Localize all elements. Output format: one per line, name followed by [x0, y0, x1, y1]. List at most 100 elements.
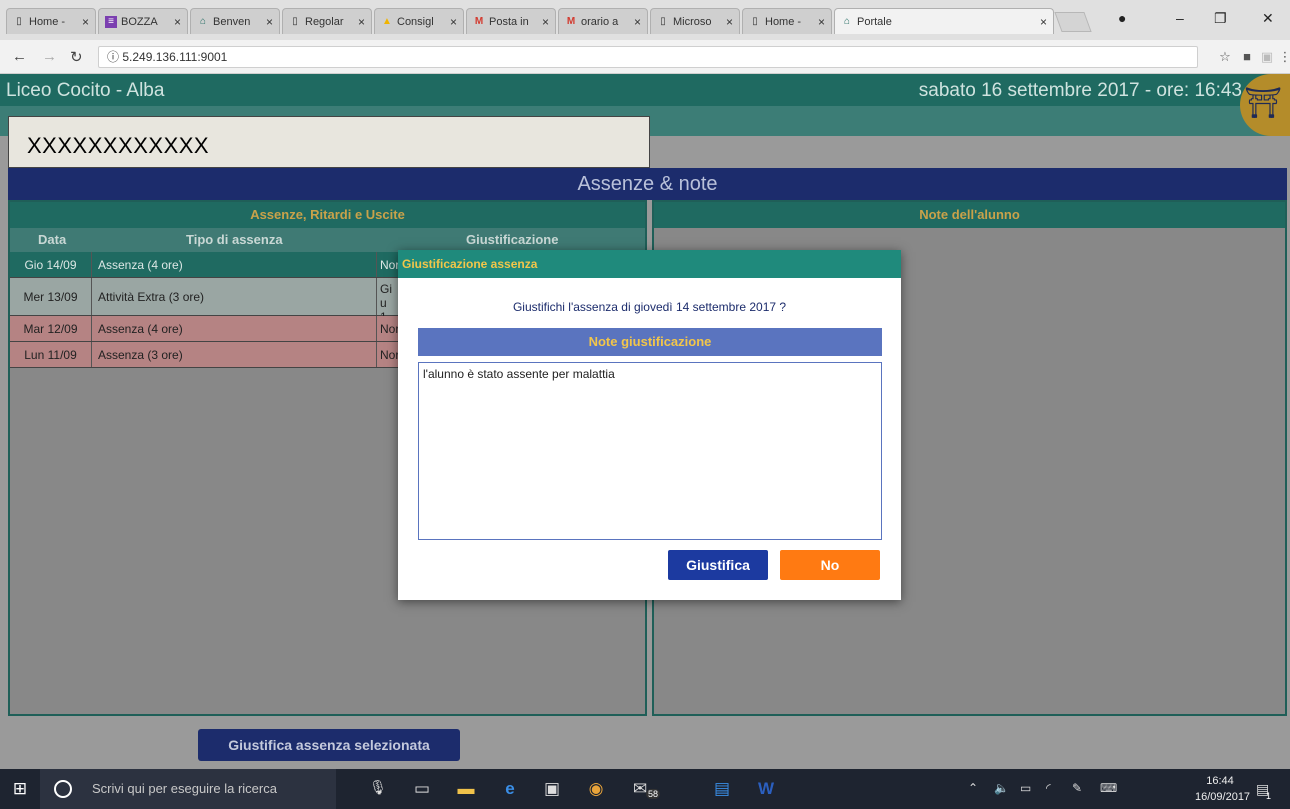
- close-icon[interactable]: ×: [174, 15, 181, 29]
- mail-badge: 58: [646, 789, 661, 799]
- photos-icon[interactable]: ▤: [712, 779, 732, 799]
- close-icon[interactable]: ×: [542, 15, 549, 29]
- file-explorer-icon[interactable]: ▬: [456, 779, 476, 799]
- back-icon[interactable]: ←: [12, 48, 27, 65]
- windows-start-icon[interactable]: ⊞: [10, 779, 30, 799]
- dialog-question: Giustifichi l'assenza di giovedì 14 sett…: [512, 300, 787, 314]
- battery-icon[interactable]: ▭: [1020, 781, 1031, 795]
- row-date: Gio 14/09: [10, 252, 92, 277]
- browser-tab-strip: ▯ Home - × ≡ BOZZA × ⌂ Benven × ▯ Regola…: [0, 0, 1290, 40]
- absences-panel-title: Assenze, Ritardi e Uscite: [10, 202, 645, 228]
- justify-selected-button[interactable]: Giustifica assenza selezionata: [198, 729, 460, 761]
- url-input[interactable]: ⓘ 5.249.136.111:9001: [98, 46, 1198, 68]
- pen-icon[interactable]: ✎: [1072, 781, 1082, 795]
- chrome-icon[interactable]: ◉: [586, 779, 606, 799]
- school-icon: ⌂: [199, 15, 207, 27]
- close-icon[interactable]: ×: [358, 15, 365, 29]
- row-type: Assenza (3 ore): [98, 348, 183, 362]
- taskbar-clock[interactable]: 16:44 16/09/2017: [1195, 773, 1251, 805]
- student-box: XXXXXXXXXXXX: [8, 116, 650, 168]
- tab-home-2[interactable]: ▯ Home - ×: [742, 8, 832, 34]
- new-tab-button[interactable]: [1054, 12, 1092, 32]
- close-icon[interactable]: ×: [450, 15, 457, 29]
- close-icon[interactable]: ×: [634, 15, 641, 29]
- page-icon: ▯: [752, 15, 758, 27]
- pdf-extension-icon[interactable]: ▣: [1260, 50, 1274, 64]
- justify-button[interactable]: Giustifica: [668, 550, 768, 580]
- row-date: Mer 13/09: [10, 278, 92, 315]
- col-justification: Giustificazione: [466, 232, 559, 247]
- extension-icon[interactable]: ■: [1240, 50, 1254, 64]
- tab-label: Benven: [213, 15, 251, 28]
- window-close-icon[interactable]: ✕: [1262, 10, 1274, 27]
- tab-label: Home -: [765, 15, 802, 28]
- page-title: Assenze & note: [8, 168, 1287, 200]
- close-icon[interactable]: ×: [1040, 15, 1047, 29]
- info-icon[interactable]: ⓘ: [107, 50, 119, 64]
- close-icon[interactable]: ×: [818, 15, 825, 29]
- row-justification: Giu 13/: [376, 278, 396, 338]
- tab-benvenuto[interactable]: ⌂ Benven ×: [190, 8, 280, 34]
- tab-label: orario a: [581, 15, 619, 28]
- reload-icon[interactable]: ↻: [70, 48, 83, 66]
- tab-regolamento[interactable]: ▯ Regolar ×: [282, 8, 372, 34]
- page-icon: ▯: [16, 15, 22, 27]
- notes-header: Note giustificazione: [418, 328, 882, 356]
- header-datetime: sabato 16 settembre 2017 - ore: 16:43: [918, 80, 1242, 101]
- edge-icon[interactable]: e: [500, 779, 520, 799]
- tab-label: BOZZA: [121, 15, 158, 28]
- close-icon[interactable]: ×: [266, 15, 273, 29]
- word-icon[interactable]: W: [756, 779, 776, 799]
- no-button[interactable]: No: [780, 550, 880, 580]
- tab-microsoft[interactable]: ▯ Microso ×: [650, 8, 740, 34]
- tab-label: Portale: [857, 15, 892, 28]
- col-date: Data: [38, 232, 67, 247]
- row-justification: Nor: [376, 316, 399, 341]
- tab-consiglio[interactable]: ▲ Consigl ×: [374, 8, 464, 34]
- row-date: Lun 11/09: [10, 342, 92, 367]
- row-justification: Nor: [376, 342, 399, 367]
- school-icon: ⌂: [843, 15, 851, 27]
- volume-icon[interactable]: 🔈: [994, 781, 1009, 795]
- tab-posta[interactable]: M Posta in ×: [466, 8, 556, 34]
- bookmark-star-icon[interactable]: ☆: [1218, 50, 1232, 64]
- row-date: Mar 12/09: [10, 316, 92, 341]
- taskbar-search-box[interactable]: Scrivi qui per eseguire la ricerca: [40, 769, 336, 809]
- store-icon[interactable]: ▣: [542, 779, 562, 799]
- tab-label: Home -: [29, 15, 66, 28]
- url-text: 5.249.136.111:9001: [122, 50, 228, 64]
- tab-home-1[interactable]: ▯ Home - ×: [6, 8, 96, 34]
- tab-portale[interactable]: ⌂ Portale ×: [834, 8, 1054, 34]
- close-icon[interactable]: ×: [82, 15, 89, 29]
- gmail-icon: M: [474, 15, 484, 27]
- tab-label: Regolar: [305, 15, 344, 28]
- menu-icon[interactable]: ⋮: [1278, 50, 1290, 64]
- app-header: Liceo Cocito - Alba sabato 16 settembre …: [0, 74, 1290, 106]
- clock-date: 16/09/2017: [1195, 791, 1251, 803]
- row-type: Attività Extra (3 ore): [98, 290, 205, 304]
- task-view-icon[interactable]: ▭: [412, 779, 432, 799]
- justification-notes-field[interactable]: l'alunno è stato assente per malattia: [418, 362, 882, 540]
- tab-bozza[interactable]: ≡ BOZZA ×: [98, 8, 188, 34]
- notes-panel-title: Note dell'alunno: [654, 202, 1285, 228]
- microphone-icon[interactable]: 🎙: [368, 779, 388, 796]
- forward-icon[interactable]: →: [42, 48, 57, 65]
- row-justification: Nor: [376, 252, 399, 277]
- row-type: Assenza (4 ore): [98, 258, 183, 272]
- tab-orario[interactable]: M orario a ×: [558, 8, 648, 34]
- close-icon[interactable]: ×: [726, 15, 733, 29]
- minimize-icon[interactable]: –: [1176, 10, 1184, 26]
- clock-time: 16:44: [1206, 775, 1234, 787]
- sheets-icon: ≡: [105, 15, 117, 28]
- gmail-icon: M: [566, 15, 576, 27]
- dialog-title: Giustificazione assenza: [398, 250, 901, 278]
- address-bar: ← → ↻ ⓘ 5.249.136.111:9001 ☆ ■ ▣ ⋮: [0, 40, 1290, 74]
- keyboard-icon[interactable]: ⌨: [1100, 781, 1117, 795]
- wifi-icon[interactable]: ◜: [1046, 781, 1051, 795]
- student-name: XXXXXXXXXXXX: [27, 133, 210, 158]
- search-placeholder: Scrivi qui per eseguire la ricerca: [92, 781, 277, 796]
- restore-icon[interactable]: ❐: [1214, 10, 1227, 27]
- tray-chevron-icon[interactable]: ⌃: [968, 781, 978, 795]
- profile-icon[interactable]: ●: [1118, 10, 1126, 26]
- tab-label: Posta in: [489, 15, 529, 28]
